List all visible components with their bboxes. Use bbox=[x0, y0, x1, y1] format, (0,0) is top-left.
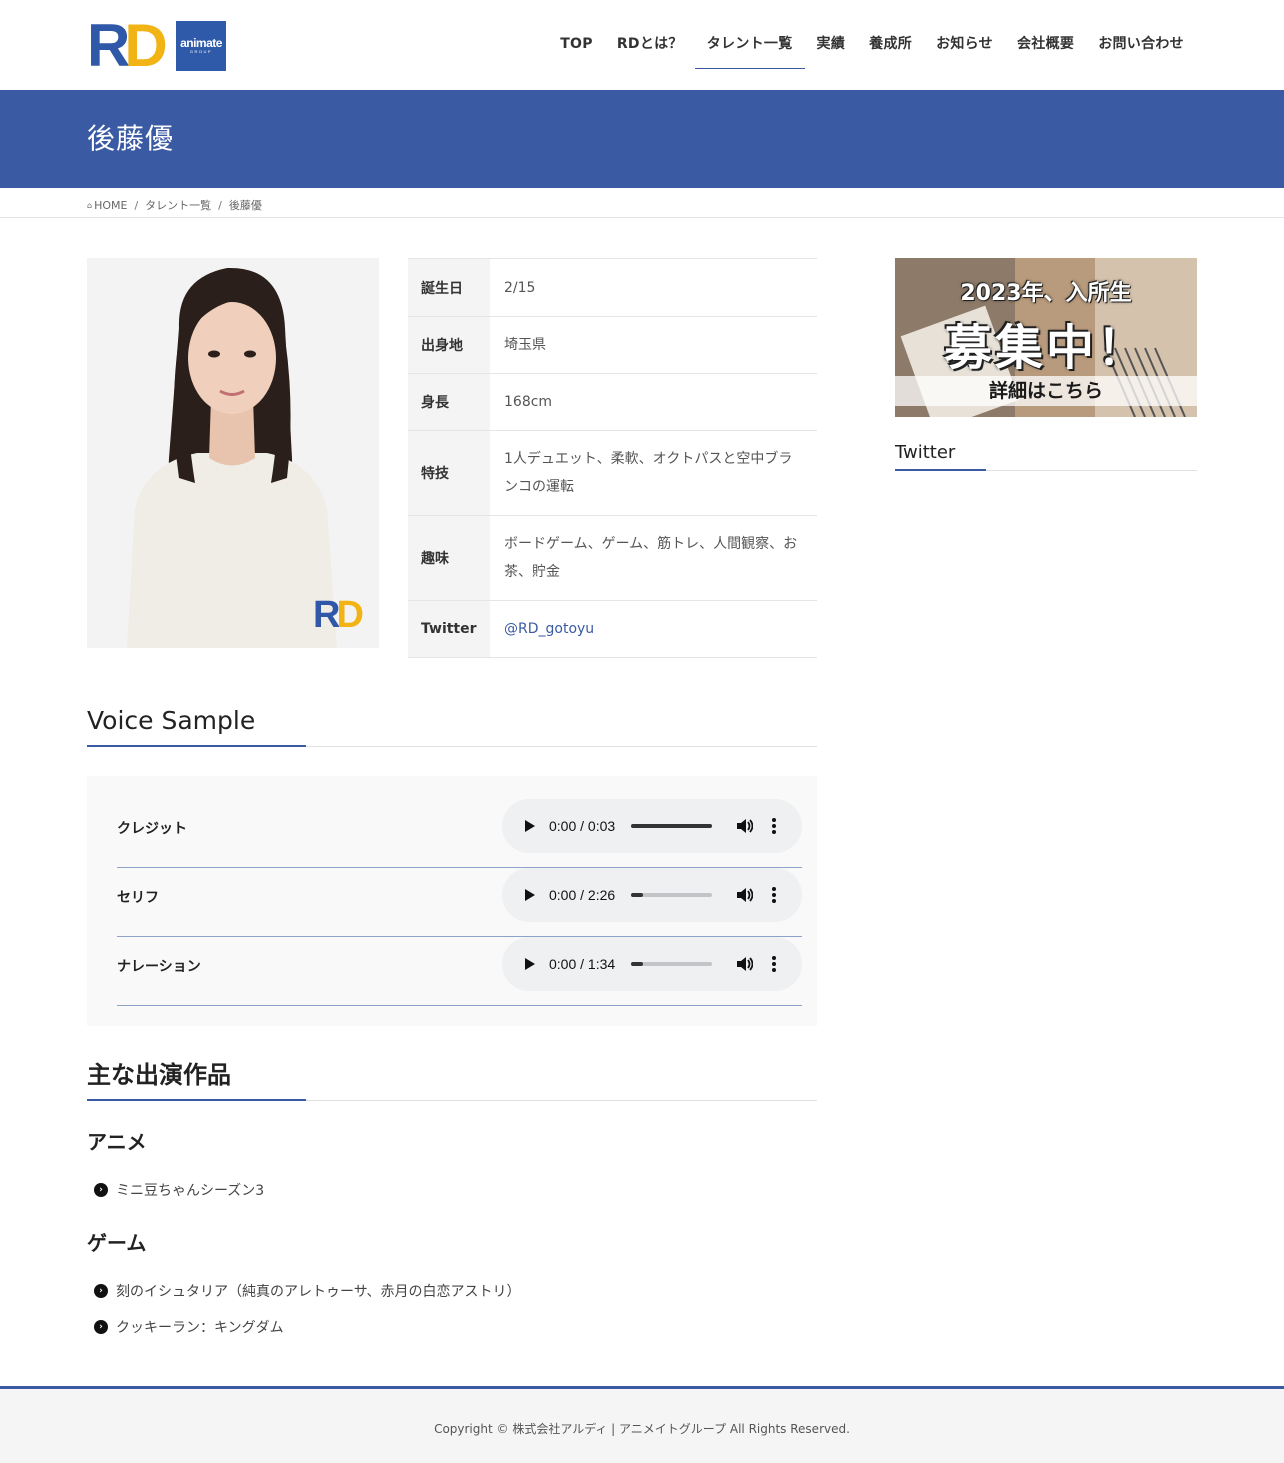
audio-progress-fill bbox=[631, 824, 712, 828]
global-nav: TOP RDとは？ タレント一覧 実績 養成所 お知らせ 会社概要 お問い合わせ bbox=[548, 0, 1196, 90]
profile-row-twitter: Twitter @RD_gotoyu bbox=[408, 600, 817, 658]
breadcrumb: ⌂ HOME / タレント一覧 / 後藤優 bbox=[0, 188, 1284, 218]
chevron-right-icon: › bbox=[94, 1320, 108, 1334]
photo-watermark: RD bbox=[313, 594, 364, 636]
copyright: Copyright © 株式会社アルディ | アニメイトグループ All Rig… bbox=[434, 1422, 850, 1436]
profile-row-hobbies: 趣味 ボードゲーム、ゲーム、筋トレ、人間観察、お茶、貯金 bbox=[408, 515, 817, 601]
audio-progress-bar[interactable] bbox=[631, 824, 712, 828]
play-icon[interactable] bbox=[525, 889, 535, 901]
nav-top[interactable]: TOP bbox=[548, 0, 605, 90]
talent-photo: RD bbox=[87, 258, 379, 648]
voice-row-narration: ナレーション 0:00 / 1:34 bbox=[117, 937, 802, 1006]
twitter-widget-heading: Twitter bbox=[895, 441, 1197, 471]
voice-row-lines: セリフ 0:00 / 2:26 bbox=[117, 868, 802, 937]
home-icon: ⌂ bbox=[87, 200, 93, 210]
list-item: › 刻のイシュタリア（純真のアレトゥーサ、赤月の白恋アストリ） bbox=[94, 1273, 520, 1309]
breadcrumb-talents[interactable]: タレント一覧 bbox=[145, 197, 211, 213]
nav-talents[interactable]: タレント一覧 bbox=[694, 0, 805, 90]
audio-progress-bar[interactable] bbox=[631, 962, 712, 966]
nav-about[interactable]: RDとは？ bbox=[605, 0, 695, 90]
recruit-banner[interactable]: 2023年、入所生 募集中！ 詳細はこちら bbox=[895, 258, 1197, 417]
chevron-right-icon: › bbox=[94, 1284, 108, 1298]
voice-row-credit: クレジット 0:00 / 0:03 bbox=[117, 799, 802, 868]
page-header: 後藤優 bbox=[0, 90, 1284, 188]
voice-sample-box: クレジット 0:00 / 0:03 セリフ 0:00 / 2:26 ナレーション… bbox=[87, 776, 817, 1026]
breadcrumb-separator: / bbox=[134, 198, 139, 212]
audio-progress-fill bbox=[631, 962, 644, 966]
more-options-icon[interactable] bbox=[772, 818, 776, 834]
animate-group-logo: animate GROUP bbox=[176, 21, 226, 71]
nav-company[interactable]: 会社概要 bbox=[1005, 0, 1086, 90]
breadcrumb-current: 後藤優 bbox=[228, 199, 262, 212]
more-options-icon[interactable] bbox=[772, 887, 776, 903]
breadcrumb-separator: / bbox=[218, 198, 222, 212]
site-logo[interactable]: RD animate GROUP bbox=[87, 12, 226, 79]
talent-portrait-image bbox=[87, 258, 379, 648]
volume-icon[interactable] bbox=[735, 886, 753, 904]
audio-progress-fill bbox=[631, 893, 644, 897]
anime-heading: アニメ bbox=[87, 1130, 147, 1154]
rd-logo: RD bbox=[87, 12, 168, 79]
site-footer: Copyright © 株式会社アルディ | アニメイトグループ All Rig… bbox=[0, 1386, 1284, 1463]
audio-player[interactable]: 0:00 / 0:03 bbox=[502, 799, 802, 853]
list-item: › クッキーラン：キングダム bbox=[94, 1309, 520, 1345]
profile-row-skills: 特技 1人デュエット、柔軟、オクトパスと空中ブランコの運転 bbox=[408, 430, 817, 516]
play-icon[interactable] bbox=[525, 820, 535, 832]
profile-table: 誕生日 2/15 出身地 埼玉県 身長 168cm 特技 1人デュエット、柔軟、… bbox=[408, 258, 817, 658]
game-heading: ゲーム bbox=[87, 1231, 147, 1255]
chevron-right-icon: › bbox=[94, 1183, 108, 1197]
profile-row-height: 身長 168cm bbox=[408, 373, 817, 431]
list-item: › ミニ豆ちゃんシーズン3 bbox=[94, 1172, 264, 1208]
voice-sample-heading: Voice Sample bbox=[87, 704, 817, 747]
nav-works[interactable]: 実績 bbox=[805, 0, 858, 90]
breadcrumb-home[interactable]: HOME bbox=[94, 199, 127, 212]
nav-contact[interactable]: お問い合わせ bbox=[1086, 0, 1196, 90]
volume-icon[interactable] bbox=[735, 817, 753, 835]
play-icon[interactable] bbox=[525, 958, 535, 970]
audio-player[interactable]: 0:00 / 1:34 bbox=[502, 937, 802, 991]
profile-row-birthday: 誕生日 2/15 bbox=[408, 258, 817, 317]
anime-list: › ミニ豆ちゃんシーズン3 bbox=[94, 1172, 264, 1208]
volume-icon[interactable] bbox=[735, 955, 753, 973]
twitter-link[interactable]: @RD_gotoyu bbox=[504, 621, 594, 637]
site-header: RD animate GROUP TOP RDとは？ タレント一覧 実績 養成所… bbox=[0, 0, 1284, 90]
nav-school[interactable]: 養成所 bbox=[857, 0, 924, 90]
audio-progress-bar[interactable] bbox=[631, 893, 712, 897]
more-options-icon[interactable] bbox=[772, 956, 776, 972]
game-list: › 刻のイシュタリア（純真のアレトゥーサ、赤月の白恋アストリ） › クッキーラン：キ… bbox=[94, 1273, 520, 1345]
nav-news[interactable]: お知らせ bbox=[924, 0, 1005, 90]
works-heading: 主な出演作品 bbox=[87, 1058, 817, 1101]
audio-player[interactable]: 0:00 / 2:26 bbox=[502, 868, 802, 922]
page-title: 後藤優 bbox=[87, 122, 175, 155]
profile-row-hometown: 出身地 埼玉県 bbox=[408, 316, 817, 374]
